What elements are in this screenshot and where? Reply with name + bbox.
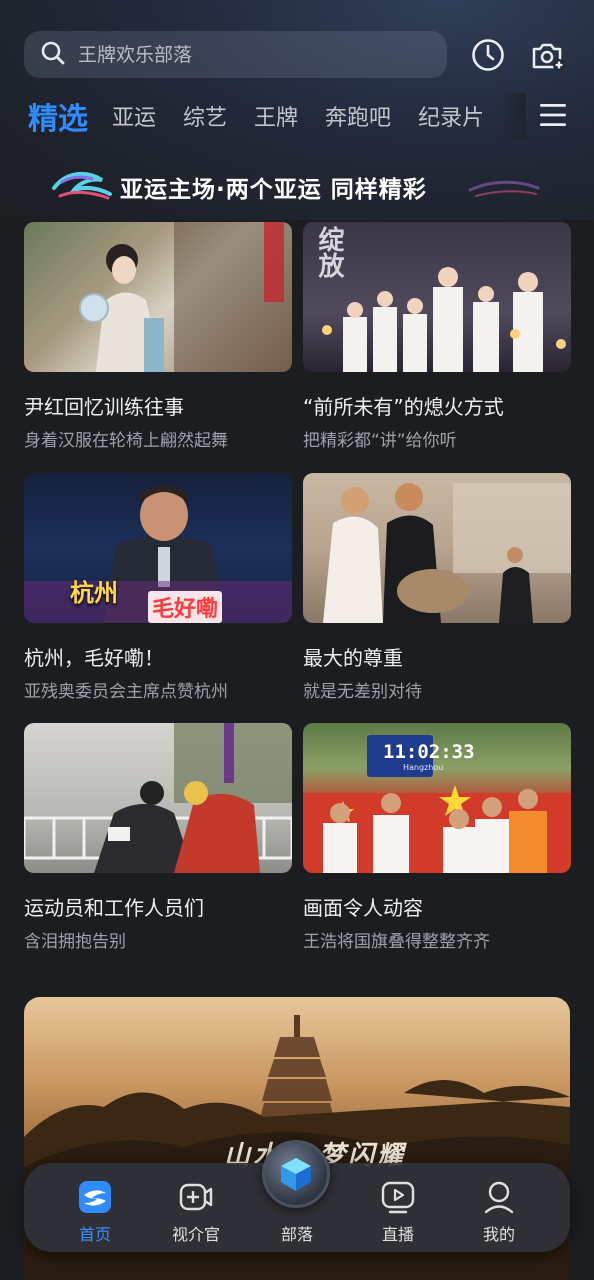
video-card[interactable]: 杭州 毛好嘞 杭州，毛好嘞！ 亚残奥委员会主席点赞杭州 [24,473,292,702]
video-title: 最大的尊重 [303,646,403,670]
video-title: 尹红回忆训练往事 [24,395,184,419]
video-card[interactable]: 11:02:33 Hangzhou 画面令人动容 王浩将国旗叠得整整齐齐 [303,723,571,952]
nav-home-label: 首页 [78,1225,111,1244]
video-title: 运动员和工作人员们 [24,896,204,920]
video-thumbnail: 11:02:33 Hangzhou [303,723,571,873]
video-card[interactable]: 尹红回忆训练往事 身着汉服在轮椅上翩然起舞 [24,222,292,451]
nav-live-label: 直播 [381,1225,414,1244]
video-title: 画面令人动容 [303,896,423,920]
video-thumbnail [24,222,292,372]
video-thumbnail [303,473,571,623]
tab-ace[interactable]: 王牌 [254,100,298,132]
overlay-clock-city: Hangzhou [403,763,444,772]
banner-text: 亚运主场·两个亚运 同样精彩 [120,177,427,203]
video-card[interactable]: 最大的尊重 就是无差别对待 [303,473,571,702]
video-subtitle: 亚残奥委员会主席点赞杭州 [24,682,228,702]
video-plus-icon [178,1179,214,1215]
video-subtitle: 把精彩都“讲”给你听 [303,431,457,451]
video-subtitle: 身着汉服在轮椅上翩然起舞 [24,431,228,451]
nav-video-officer[interactable]: 视介官 [151,1163,241,1252]
tab-asian-games[interactable]: 亚运 [112,100,156,132]
tab-documentary[interactable]: 纪录片 [418,100,484,132]
overlay-caption-hangzhou: 杭州 [70,579,118,607]
overlay-calligraphy: 绽放 [314,226,344,278]
nav-me[interactable]: 我的 [454,1163,544,1252]
tab-running-man[interactable]: 奔跑吧 [325,100,391,132]
video-card[interactable]: 运动员和工作人员们 含泪拥抱告别 [24,723,292,952]
tab-featured[interactable]: 精选 [28,94,88,138]
video-card[interactable]: 绽放 “前所未有”的熄火方式 把精彩都“讲”给你听 [303,222,571,451]
category-tabs: 精选 亚运 综艺 王牌 奔跑吧 纪录片 [28,93,511,139]
tabs-fade [500,93,526,139]
video-thumbnail: 杭州 毛好嘞 [24,473,292,623]
video-title: “前所未有”的熄火方式 [303,395,504,419]
asian-games-banner[interactable]: 亚运主场·两个亚运 同样精彩 [52,166,540,206]
cube-icon [281,1158,311,1191]
search-icon [40,40,66,70]
video-thumbnail [24,723,292,873]
overlay-race-clock: 11:02:33 [383,741,475,763]
history-clock-icon[interactable] [470,37,506,73]
user-icon [481,1179,517,1215]
video-subtitle: 含泪拥抱告别 [24,932,126,952]
video-thumbnail: 绽放 [303,222,571,372]
nav-home[interactable]: 首页 [50,1163,140,1252]
camera-plus-icon[interactable] [529,37,565,73]
nav-tribe-label: 部落 [280,1225,313,1244]
video-subtitle: 王浩将国旗叠得整整齐齐 [303,932,490,952]
home-logo-icon [77,1179,113,1215]
nav-video-officer-label: 视介官 [171,1225,220,1244]
search-bar[interactable] [24,31,447,78]
hamburger-menu-icon[interactable] [538,101,568,129]
video-title: 杭州，毛好嘞！ [24,646,164,670]
nav-live[interactable]: 直播 [353,1163,443,1252]
nav-tribe-center-button[interactable] [262,1140,330,1208]
video-subtitle: 就是无差别对待 [303,682,422,702]
overlay-caption-mao-hao-la: 毛好嘞 [148,591,223,623]
tab-variety[interactable]: 综艺 [183,100,227,132]
nav-me-label: 我的 [482,1225,515,1244]
search-input[interactable] [78,43,398,66]
live-play-icon [380,1179,416,1215]
